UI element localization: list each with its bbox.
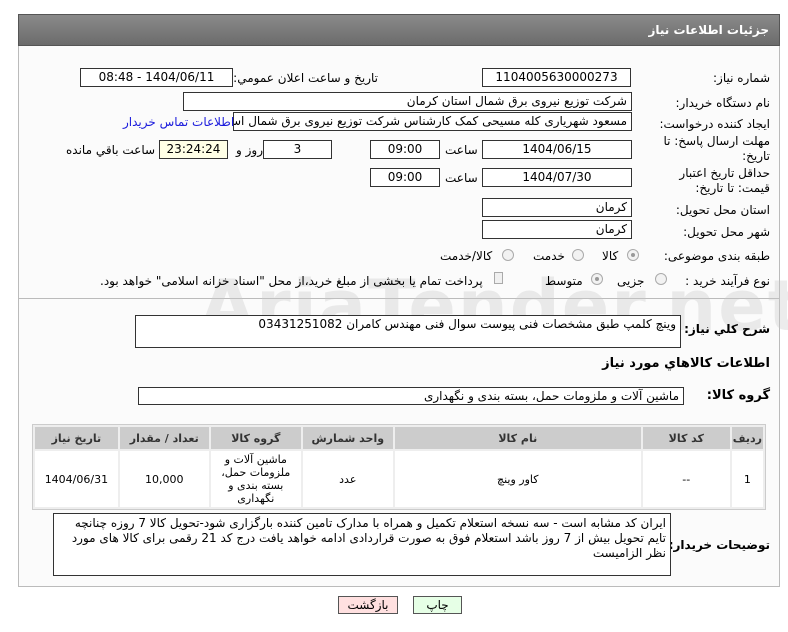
city-field: کرمان [482, 220, 632, 239]
goods-section-title: اطلاعات کالاهاي مورد نياز [602, 356, 770, 371]
goods-table: ردیف کد کالا نام کالا واحد شمارش گروه کا… [32, 424, 766, 510]
cell-group: ماشین آلات و ملزومات حمل، بسته بندی و نگ… [210, 451, 301, 507]
buyer-label: نام دستگاه خریدار: [675, 96, 771, 110]
summary-label: شرح كلي نياز: [684, 322, 770, 336]
validity-time-field: 09:00 [370, 168, 440, 187]
notes-textarea[interactable]: ایران کد مشابه است - سه نسخه استعلام تکم… [53, 513, 671, 576]
payment-note: پرداخت تمام یا بخشی از مبلغ خرید،از محل … [100, 274, 483, 288]
days-field: 3 [263, 140, 332, 159]
process-radio-medium[interactable] [591, 273, 603, 285]
category-option-both: کالا/خدمت [440, 249, 493, 263]
creator-field: مسعود شهریاری کله مسیحی کمک کارشناس شرکت… [233, 112, 632, 131]
process-label: نوع فرآیند خرید : [685, 274, 770, 288]
cell-row: 1 [731, 451, 763, 507]
deadline-time-field: 09:00 [370, 140, 440, 159]
group-label: گروه کالا: [706, 388, 770, 403]
province-field: کرمان [482, 198, 632, 217]
process-option-medium: متوسط [545, 274, 583, 288]
time-label: ساعت [445, 171, 478, 185]
category-radio-both[interactable] [502, 249, 514, 261]
page-header: جزئیات اطلاعات نیاز [18, 14, 780, 46]
table-row: 1 -- کاور وینچ عدد ماشین آلات و ملزومات … [35, 451, 763, 507]
col-unit: واحد شمارش [302, 427, 393, 449]
contact-buyer-link[interactable]: اطلاعات تماس خریدار [123, 115, 234, 129]
cell-code: -- [642, 451, 730, 507]
page-title: جزئیات اطلاعات نیاز [648, 23, 769, 37]
need-number-label: شماره نیاز: [713, 71, 770, 85]
process-radio-minor[interactable] [655, 273, 667, 285]
time-label: ساعت [445, 143, 478, 157]
validity-date-field: 1404/07/30 [482, 168, 632, 187]
cell-name: کاور وینچ [394, 451, 641, 507]
announce-field: 1404/06/11 - 08:48 [80, 68, 233, 87]
col-row: ردیف [731, 427, 763, 449]
table-header-row: ردیف کد کالا نام کالا واحد شمارش گروه کا… [35, 427, 763, 449]
announce-label: تاریخ و ساعت اعلان عمومي: [233, 71, 378, 85]
col-code: کد کالا [642, 427, 730, 449]
city-label: شهر محل تحویل: [683, 225, 770, 239]
remaining-label: ساعت باقي مانده [66, 143, 156, 157]
creator-label: ایجاد کننده درخواست: [659, 117, 770, 131]
col-date: تاریخ نیاز [35, 427, 118, 449]
summary-textarea[interactable]: وینچ کلمپ طبق مشخصات فنی پیوست سوال فنی … [135, 315, 681, 348]
need-number-field: 1104005630000273 [482, 68, 631, 87]
category-radio-service[interactable] [572, 249, 584, 261]
col-name: نام کالا [394, 427, 641, 449]
days-label: روز و [236, 143, 263, 157]
province-label: استان محل تحویل: [675, 203, 770, 217]
col-qty: تعداد / مقدار [119, 427, 209, 449]
payment-checkbox[interactable] [494, 272, 503, 284]
process-option-minor: جزیی [617, 274, 645, 288]
col-group: گروه کالا [210, 427, 301, 449]
cell-qty: 10,000 [119, 451, 209, 507]
cell-unit: عدد [302, 451, 393, 507]
category-option-service: خدمت [533, 249, 565, 263]
deadline-date-field: 1404/06/15 [482, 140, 632, 159]
group-field: ماشین آلات و ملزومات حمل، بسته بندی و نگ… [138, 387, 684, 405]
category-radio-goods[interactable] [627, 249, 639, 261]
category-option-goods: کالا [602, 249, 619, 263]
buyer-field: شرکت توزیع نیروی برق شمال استان کرمان [183, 92, 632, 111]
notes-label: توضیحات خریدار: [668, 538, 770, 552]
deadline-label: مهلت ارسال پاسخ: تا تاریخ: [663, 134, 770, 163]
cell-date: 1404/06/31 [35, 451, 118, 507]
remaining-field: 23:24:24 [159, 140, 228, 159]
validity-label: حداقل تاریخ اعتبار قیمت: تا تاریخ: [679, 166, 770, 195]
print-button[interactable]: چاپ [413, 596, 462, 614]
back-button[interactable]: بازگشت [338, 596, 398, 614]
category-label: طبقه بندی موضوعی: [663, 249, 770, 263]
